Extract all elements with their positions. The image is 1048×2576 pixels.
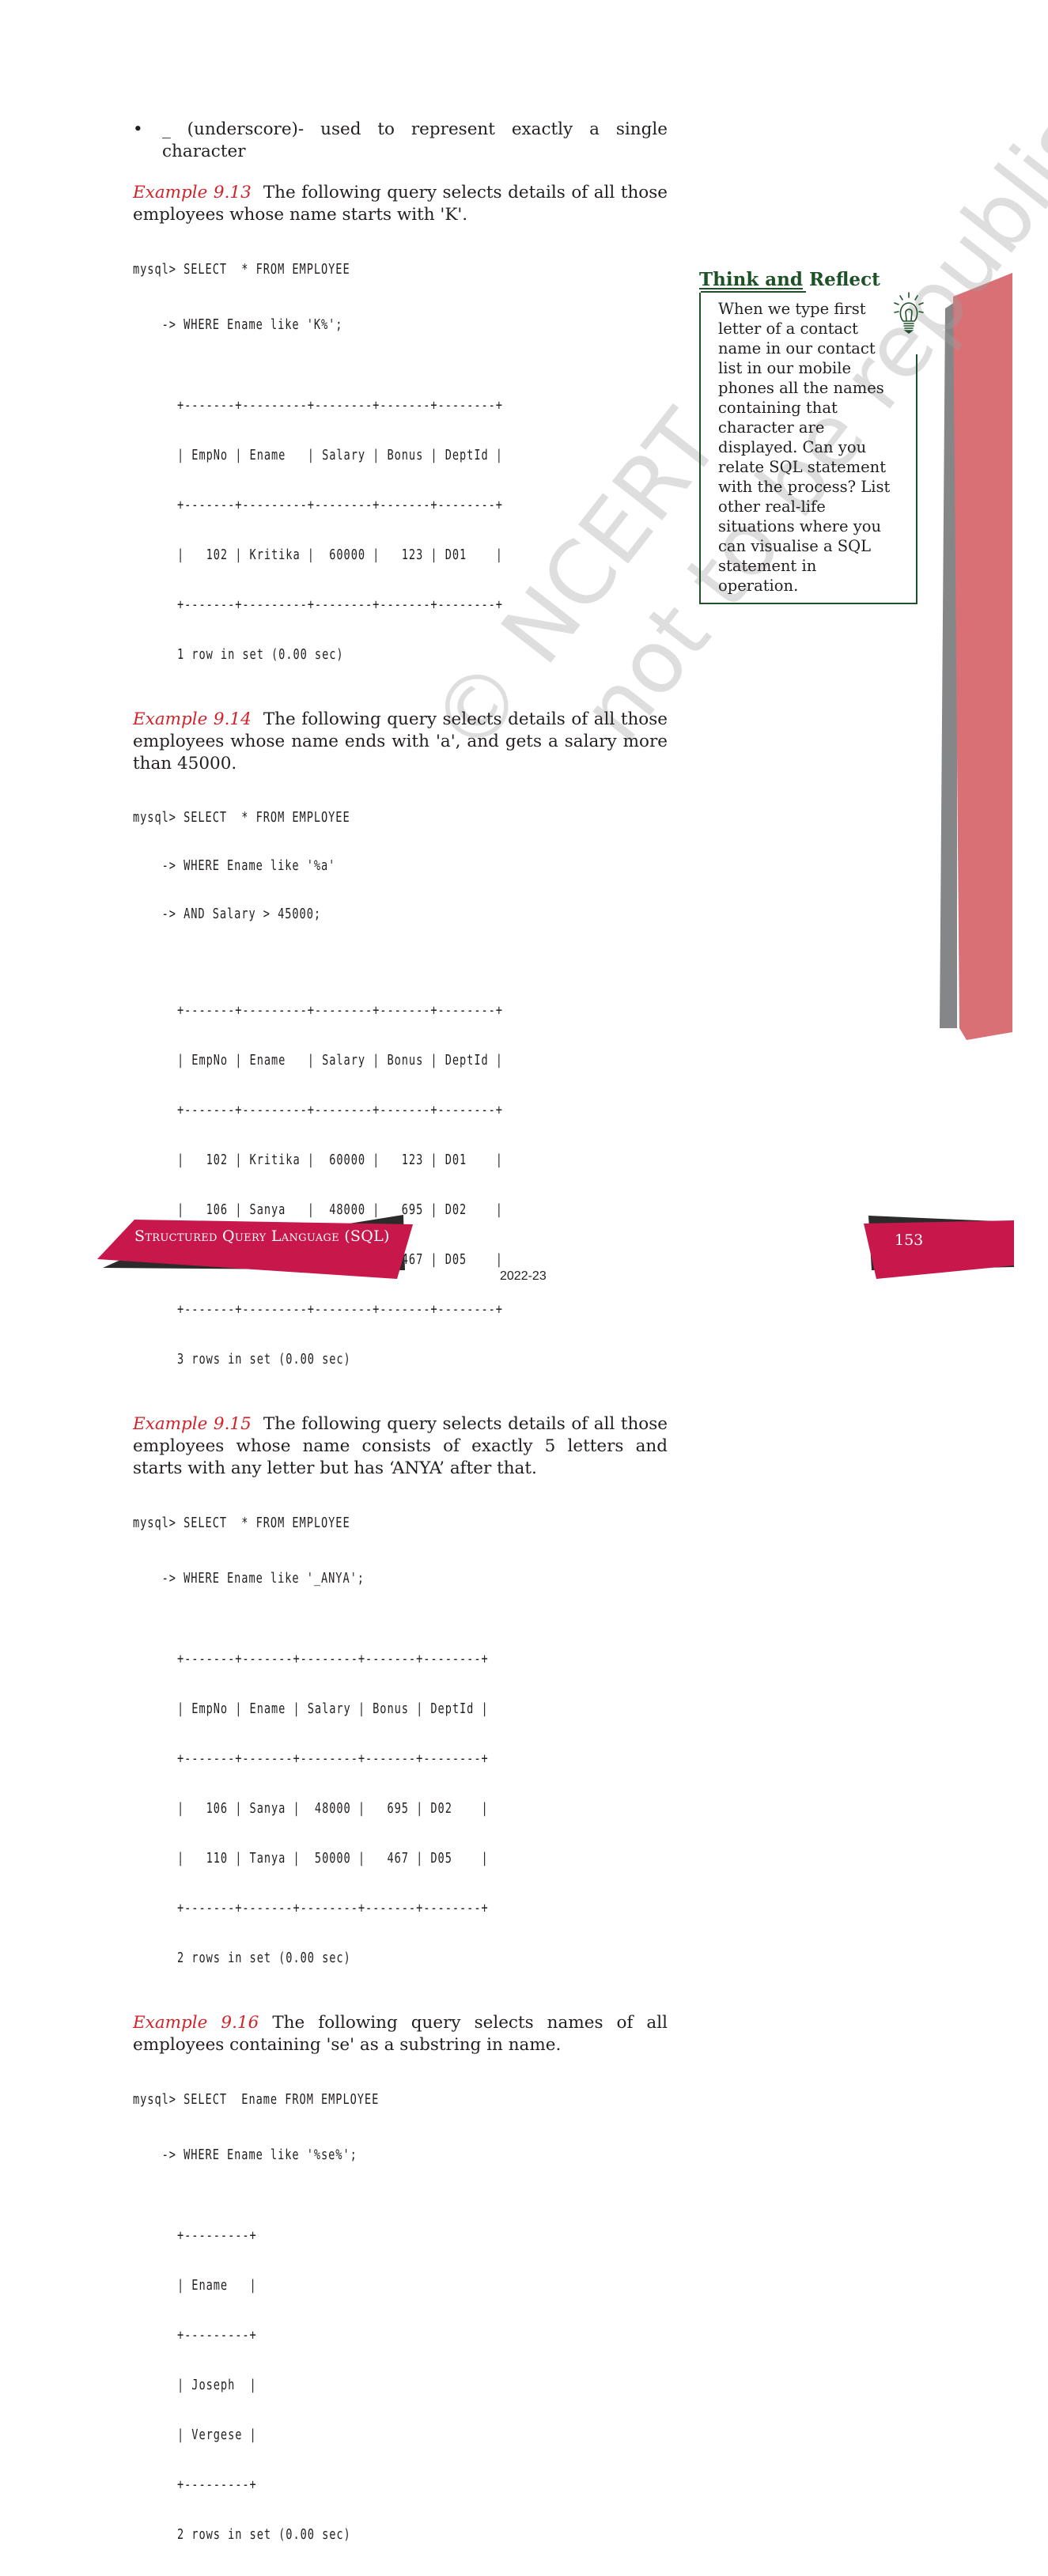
think-and-reflect-box: Think and Reflect When we type first let… — [699, 269, 924, 604]
reflect-title-part-1: Think and — [699, 269, 803, 290]
result-summary: 2 rows in set (0.00 sec) — [177, 1950, 351, 1966]
query-line: -> WHERE Ename like '%se%'; — [133, 2147, 358, 2163]
sql-query: mysql> SELECT Ename FROM EMPLOYEE -> WHE… — [133, 2056, 550, 2199]
table-border: +---------+ — [177, 2477, 257, 2493]
sql-query: mysql> SELECT * FROM EMPLOYEE -> WHERE E… — [133, 1480, 550, 1622]
chapter-title: Structured Query Language (SQL) — [134, 1227, 390, 1245]
table-row: | Joseph | — [177, 2377, 257, 2393]
table-header-row: | EmpNo | Ename | Salary | Bonus | DeptI… — [177, 448, 503, 463]
table-border: +-------+---------+--------+-------+----… — [177, 1103, 503, 1118]
bullet-item: • _ (underscore)- used to represent exac… — [133, 119, 668, 163]
page-number: 153 — [895, 1231, 924, 1249]
query-line: -> WHERE Ename like '_ANYA'; — [133, 1571, 365, 1587]
table-row: | 102 | Kritika | 60000 | 123 | D01 | — [177, 547, 503, 563]
query-line: mysql> SELECT * FROM EMPLOYEE — [133, 810, 350, 826]
strip-gray-edge — [940, 301, 957, 1028]
result-summary: 3 rows in set (0.00 sec) — [177, 1352, 351, 1367]
table-header-row: | EmpNo | Ename | Salary | Bonus | DeptI… — [177, 1701, 489, 1717]
table-row: | Vergese | — [177, 2427, 257, 2443]
table-border: +-------+-------+--------+-------+------… — [177, 1751, 489, 1767]
reflect-title: Think and Reflect — [699, 269, 917, 291]
bullet-text: _ (underscore)- used to represent exactl… — [162, 119, 668, 161]
example-9-15: Example 9.15 The following query selects… — [133, 1413, 668, 1999]
table-row: | 110 | Tanya | 50000 | 467 | D05 | — [177, 1851, 489, 1867]
table-border: +-------+---------+--------+-------+----… — [177, 597, 503, 613]
table-border: +-------+-------+--------+-------+------… — [177, 1901, 489, 1916]
lightbulb-icon — [894, 292, 924, 334]
table-border: +-------+-------+--------+-------+------… — [177, 1651, 489, 1667]
example-description: Example 9.15 The following query selects… — [133, 1413, 668, 1480]
query-line: mysql> SELECT Ename FROM EMPLOYEE — [133, 2092, 380, 2108]
example-description: Example 9.13 The following query selects… — [133, 182, 668, 226]
table-header-row: | Ename | — [177, 2278, 257, 2294]
table-border: +-------+---------+--------+-------+----… — [177, 1302, 503, 1318]
result-summary: 2 rows in set (0.00 sec) — [177, 2527, 351, 2543]
edition-year: 2022-23 — [500, 1269, 547, 1283]
example-description: Example 9.16 The following query selects… — [133, 2012, 668, 2056]
table-border: +-------+---------+--------+-------+----… — [177, 1003, 503, 1019]
table-header-row: | EmpNo | Ename | Salary | Bonus | DeptI… — [177, 1053, 503, 1069]
footer-right-banner — [864, 1220, 1014, 1279]
reflect-frame: When we type first letter of a contact n… — [699, 291, 924, 604]
example-description: Example 9.14 The following query selects… — [133, 709, 668, 775]
bullet-icon: • — [133, 119, 143, 139]
query-line: -> WHERE Ename like 'K%'; — [133, 317, 343, 333]
table-border: +---------+ — [177, 2228, 257, 2244]
result-table: +-------+---------+--------+-------+----… — [177, 970, 560, 1401]
table-row: | 106 | Sanya | 48000 | 695 | D02 | — [177, 1801, 489, 1817]
example-label: Example 9.14 — [133, 709, 252, 729]
table-border: +-------+---------+--------+-------+----… — [177, 398, 503, 414]
table-row: | 102 | Kritika | 60000 | 123 | D01 | — [177, 1152, 503, 1168]
result-table: +-------+---------+--------+-------+----… — [177, 365, 560, 696]
query-line: -> AND Salary > 45000; — [133, 906, 322, 922]
example-label: Example 9.16 — [133, 2013, 259, 2033]
main-content: • _ (underscore)- used to represent exac… — [133, 119, 668, 2576]
strip-red-band — [953, 273, 1012, 1040]
query-line: -> WHERE Ename like '%a' — [133, 858, 336, 874]
sql-query: mysql> SELECT * FROM EMPLOYEE -> WHERE E… — [133, 778, 550, 955]
result-table: +---------+ | Ename | +---------+ | Jose… — [177, 2196, 560, 2576]
sql-query: mysql> SELECT * FROM EMPLOYEE -> WHERE E… — [133, 226, 550, 369]
example-label: Example 9.15 — [133, 1414, 252, 1434]
reflect-text: When we type first letter of a contact n… — [718, 300, 891, 595]
example-9-13: Example 9.13 The following query selects… — [133, 182, 668, 696]
example-label: Example 9.13 — [133, 183, 252, 202]
result-summary: 1 row in set (0.00 sec) — [177, 647, 344, 663]
query-line: mysql> SELECT * FROM EMPLOYEE — [133, 1515, 350, 1531]
reflect-title-part-2: Reflect — [802, 269, 880, 290]
table-border: +---------+ — [177, 2328, 257, 2343]
query-line: mysql> SELECT * FROM EMPLOYEE — [133, 262, 350, 278]
example-9-16: Example 9.16 The following query selects… — [133, 2012, 668, 2576]
result-table: +-------+-------+--------+-------+------… — [177, 1619, 560, 1999]
table-border: +-------+---------+--------+-------+----… — [177, 497, 503, 513]
